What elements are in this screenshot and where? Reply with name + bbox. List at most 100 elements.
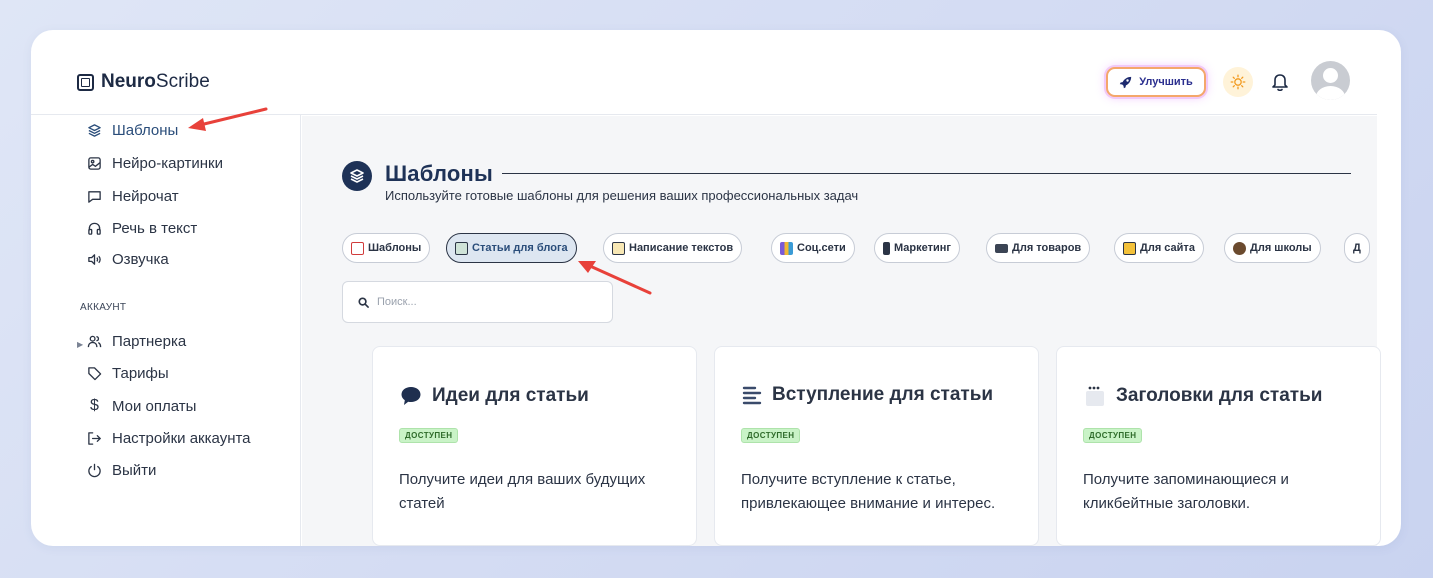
chip-label: Статьи для блога	[472, 242, 568, 254]
logo-text-light: Scribe	[155, 71, 210, 92]
chip-for-school[interactable]: Для школы	[1224, 233, 1321, 263]
caret-right-icon[interactable]: ▶	[77, 340, 83, 349]
status-badge: ДОСТУПЕН	[399, 428, 459, 443]
status-badge: ДОСТУПЕН	[1083, 428, 1143, 443]
section-label-account: АККАУНТ	[80, 302, 127, 313]
card-header: Идеи для статьи	[399, 384, 589, 408]
headphones-icon	[87, 221, 102, 236]
chip-templates[interactable]: Шаблоны	[342, 233, 431, 263]
chip-label: Шаблоны	[368, 242, 422, 254]
sidebar-item-label: Настройки аккаунта	[112, 429, 251, 447]
sidebar-item-neurochat[interactable]: Нейрочат	[87, 186, 179, 206]
logo[interactable]: NeuroScribe	[77, 71, 210, 93]
card-description: Получите вступление к статье, привлекающ…	[741, 471, 996, 512]
chip-for-products[interactable]: Для товаров	[986, 233, 1091, 263]
sidebar-item-label: Нейрочат	[112, 187, 179, 205]
chart-icon	[780, 241, 793, 255]
chip-label: Написание текстов	[629, 242, 734, 254]
sidebar-item-label: Нейро-картинки	[112, 154, 223, 172]
template-card[interactable]: Идеи для статьи ДОСТУПЕН Получите идеи д…	[372, 346, 697, 546]
category-chips: Шаблоны Статьи для блога Написание текст…	[342, 233, 1377, 263]
sidebar: Шаблоны Нейро-картинки Нейрочат Речь в т…	[31, 115, 301, 546]
dollar-icon: $	[90, 397, 99, 414]
chip-text-writing[interactable]: Написание текстов	[603, 233, 743, 263]
chip-label: Д	[1353, 242, 1361, 254]
chip-social-networks[interactable]: Соц.сети	[771, 233, 855, 263]
phone-icon	[883, 241, 890, 255]
chip-label: Маркетинг	[894, 242, 951, 254]
chip-label: Соц.сети	[797, 242, 846, 254]
sidebar-item-label: Речь в текст	[112, 219, 198, 237]
card-description: Получите идеи для ваших будущих статей	[399, 471, 646, 512]
search-box[interactable]	[342, 281, 613, 323]
card-title: Идеи для статьи	[432, 385, 589, 406]
card-header: Вступление для статьи	[741, 384, 993, 406]
notebook-icon	[455, 241, 468, 255]
sidebar-item-voiceover[interactable]: Озвучка	[87, 249, 169, 269]
chip-marketing[interactable]: Маркетинг	[874, 233, 960, 263]
title-divider	[502, 173, 1351, 174]
laptop-icon	[995, 243, 1008, 253]
page-subtitle: Используйте готовые шаблоны для решения …	[385, 188, 859, 203]
users-icon	[87, 334, 102, 349]
headline-icon	[1086, 386, 1104, 406]
sidebar-item-speech-to-text[interactable]: Речь в текст	[87, 218, 197, 238]
search-input[interactable]	[377, 296, 597, 308]
bell-icon	[1272, 74, 1288, 92]
power-icon	[87, 463, 102, 478]
template-card[interactable]: Вступление для статьи ДОСТУПЕН Получите …	[714, 346, 1039, 546]
text-align-icon	[742, 386, 762, 405]
card-title: Вступление для статьи	[772, 384, 994, 405]
login-icon	[87, 431, 102, 446]
upgrade-button[interactable]: Улучшить	[1106, 67, 1206, 97]
chip-for-website[interactable]: Для сайта	[1114, 233, 1204, 263]
sidebar-item-account-settings[interactable]: Настройки аккаунта	[87, 428, 251, 448]
theme-toggle-button[interactable]	[1223, 67, 1253, 97]
search-icon	[358, 296, 369, 308]
upgrade-label: Улучшить	[1139, 76, 1193, 88]
owl-icon	[1233, 241, 1246, 255]
card-title: Заголовки для статьи	[1116, 385, 1323, 406]
layers-icon	[87, 123, 102, 138]
app-window: NeuroScribe Улучшить Шаблоны Нейро-карти…	[31, 30, 1401, 546]
logo-icon	[77, 73, 94, 91]
chip-label: Для товаров	[1012, 242, 1082, 254]
sidebar-item-label: Шаблоны	[112, 121, 179, 139]
speaker-icon	[87, 252, 102, 267]
chip-label: Для школы	[1250, 242, 1312, 254]
sidebar-item-label: Мои оплаты	[112, 397, 197, 415]
logo-text-bold: Neuro	[101, 71, 156, 92]
tag-icon	[87, 366, 102, 381]
notifications-button[interactable]	[1269, 70, 1291, 94]
status-badge: ДОСТУПЕН	[741, 428, 801, 443]
card-header: Заголовки для статьи	[1083, 384, 1322, 408]
sidebar-item-templates[interactable]: Шаблоны	[87, 120, 178, 140]
chip-more[interactable]: Д	[1344, 233, 1370, 263]
main-content: Шаблоны Используйте готовые шаблоны для …	[302, 116, 1381, 546]
image-icon	[87, 156, 102, 171]
sidebar-item-neuro-images[interactable]: Нейро-картинки	[87, 153, 223, 173]
sidebar-item-label: Выйти	[112, 461, 157, 479]
sun-icon	[1230, 74, 1246, 90]
avatar-body	[1316, 86, 1345, 100]
rocket-icon	[1120, 76, 1132, 88]
layers-icon	[342, 161, 372, 191]
avatar-head	[1323, 68, 1338, 83]
speech-balloon-icon	[401, 387, 421, 405]
sidebar-item-my-payments[interactable]: $ Мои оплаты	[87, 396, 196, 416]
memo-icon	[612, 241, 625, 255]
sidebar-item-label: Озвучка	[112, 250, 169, 268]
sidebar-item-label: Партнерка	[112, 332, 187, 350]
card-index-icon	[1123, 241, 1136, 255]
sidebar-item-label: Тарифы	[112, 364, 169, 382]
chat-icon	[87, 189, 102, 204]
checkbox-icon	[351, 241, 364, 255]
chip-blog-articles[interactable]: Статьи для блога	[446, 233, 577, 263]
top-bar: NeuroScribe Улучшить	[31, 30, 1377, 115]
sidebar-item-tariffs[interactable]: Тарифы	[87, 363, 169, 383]
avatar[interactable]	[1311, 61, 1350, 100]
page-title: Шаблоны	[385, 161, 493, 186]
template-card[interactable]: Заголовки для статьи ДОСТУПЕН Получите з…	[1056, 346, 1381, 546]
sidebar-item-logout[interactable]: Выйти	[87, 460, 156, 480]
sidebar-item-partner[interactable]: Партнерка	[87, 331, 186, 351]
